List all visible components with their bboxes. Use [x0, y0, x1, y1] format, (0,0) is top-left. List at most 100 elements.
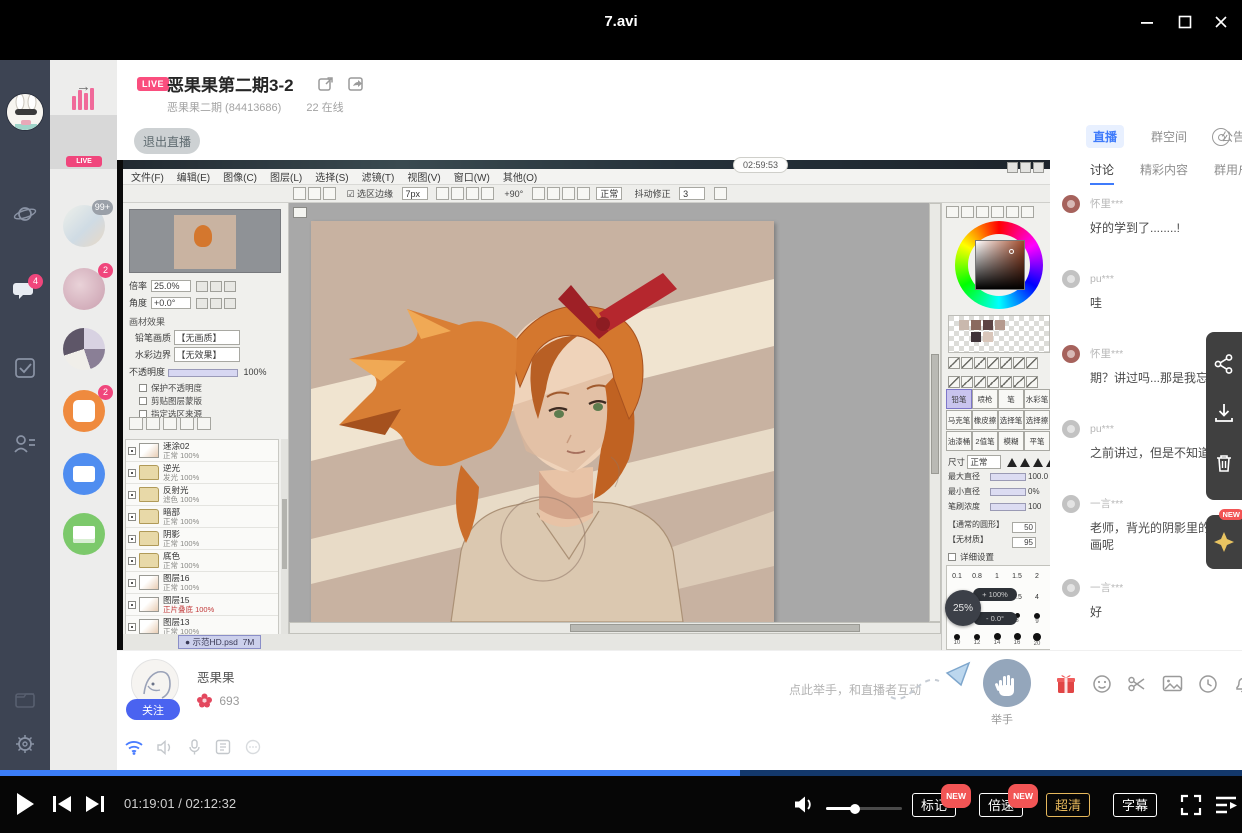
brush-slot-icon[interactable] [1026, 376, 1038, 388]
advanced-settings-checkbox[interactable]: 详细设置 [948, 551, 994, 563]
panel-toggle-icon[interactable] [976, 206, 989, 218]
zoom-value[interactable]: 25.0% [151, 280, 191, 292]
todo-checkbox-icon[interactable] [13, 356, 37, 380]
toolbar-checkbox-label[interactable]: ☑ 选区边缘 [346, 189, 393, 199]
scissors-clip-icon[interactable] [1127, 674, 1147, 699]
previous-icon[interactable] [52, 795, 72, 818]
magic-wand-icon[interactable] [974, 357, 986, 369]
brush-size-cell[interactable]: 1 [987, 566, 1007, 587]
brush-tool[interactable]: 马克笔 [946, 410, 972, 430]
more-circle-icon[interactable] [245, 739, 261, 760]
rotate-right-button[interactable] [224, 298, 236, 309]
delete-trash-icon[interactable] [1213, 452, 1235, 479]
toolbar-rotate-value[interactable]: +90° [504, 189, 523, 199]
image-icon[interactable] [1162, 674, 1183, 699]
history-clock-icon[interactable] [1198, 674, 1218, 699]
rotate-reset-button[interactable] [210, 298, 222, 309]
layer-row[interactable]: 反射光 滤色 100% [126, 484, 278, 506]
layer-visibility-icon[interactable] [128, 623, 136, 631]
menu-item[interactable]: 图层(L) [270, 169, 302, 184]
document-tab[interactable]: ● 示范HD.psd 7M [178, 635, 261, 649]
hand-tool-icon[interactable] [1026, 357, 1038, 369]
navigator-preview[interactable] [129, 209, 281, 273]
brush-tool[interactable]: 油漆桶 [946, 431, 972, 451]
menu-item[interactable]: 窗口(W) [454, 169, 490, 184]
toolbar-button[interactable] [481, 187, 494, 200]
menu-item[interactable]: 文件(F) [131, 169, 164, 184]
player-feature-button[interactable]: 字幕 [1113, 793, 1157, 817]
fullscreen-icon[interactable] [1180, 794, 1202, 821]
settings-gear-icon[interactable] [13, 732, 37, 756]
brush-size-cell[interactable]: 2 [1027, 566, 1047, 587]
member-grid-icon[interactable] [215, 739, 231, 760]
folder-icon[interactable] [13, 688, 37, 712]
merge-layer-button[interactable] [163, 417, 177, 430]
player-feature-button[interactable]: 超清 [1046, 793, 1090, 817]
panel-toggle-icon[interactable] [1006, 206, 1019, 218]
zoom-in-button[interactable] [224, 281, 236, 292]
menu-item[interactable]: 滤镜(T) [362, 169, 395, 184]
paint-canvas-viewport[interactable] [289, 203, 941, 622]
brush-slider-row[interactable]: 最小直径0% [942, 486, 1057, 501]
conversation-item[interactable] [50, 323, 117, 377]
highlight-pin-panel[interactable]: NEW [1206, 515, 1242, 569]
download-icon[interactable] [1213, 402, 1235, 429]
layer-visibility-icon[interactable] [128, 513, 136, 521]
microphone-icon[interactable] [188, 739, 201, 760]
volume-knob[interactable] [850, 804, 860, 814]
pan-icon[interactable] [961, 376, 973, 388]
layer-visibility-icon[interactable] [128, 557, 136, 565]
selection-launcher-icon[interactable] [293, 207, 307, 218]
volume-icon[interactable] [794, 795, 816, 819]
brush-size-cell[interactable]: 1.5 [1007, 566, 1027, 587]
speaker-icon[interactable] [157, 740, 174, 760]
layer-visibility-icon[interactable] [128, 491, 136, 499]
paint-close-icon[interactable] [1033, 162, 1044, 173]
chat-tab[interactable]: 群空间 [1144, 125, 1194, 148]
open-external-icon[interactable] [317, 75, 335, 93]
toolbar-button[interactable] [547, 187, 560, 200]
panel-toggle-icon[interactable] [991, 206, 1004, 218]
brush-tool[interactable]: 模糊 [998, 431, 1024, 451]
panel-toggle-icon[interactable] [961, 206, 974, 218]
chat-subtab[interactable]: 群用户 [1214, 161, 1242, 185]
raise-hand-button[interactable] [983, 659, 1031, 707]
toolbar-mode[interactable]: 正常 [596, 187, 622, 200]
brush-slot-icon[interactable] [1000, 376, 1012, 388]
chat-tab[interactable]: 直播 [1086, 125, 1124, 148]
canvas-vertical-scrollbar[interactable] [929, 203, 941, 622]
conversation-live-session[interactable]: LIVE [50, 115, 117, 169]
forward-share-icon[interactable] [347, 75, 365, 93]
brush-size-cell[interactable]: 0.1 [947, 566, 967, 587]
gift-icon[interactable] [1055, 673, 1077, 700]
artwork-canvas[interactable] [311, 221, 774, 622]
brush-tool[interactable]: 铅笔 [946, 389, 972, 409]
conversation-item-notes[interactable] [50, 508, 117, 562]
zoom-percent[interactable]: 25% [945, 590, 981, 626]
toolbar-button[interactable] [293, 187, 306, 200]
chat-avatar[interactable] [1062, 345, 1080, 363]
brush-slot-icon[interactable] [987, 376, 999, 388]
playlist-icon[interactable] [1214, 795, 1238, 820]
brush-slider-row[interactable]: 笔刷浓度100 [942, 501, 1057, 516]
stabilizer-value[interactable]: 3 [679, 187, 705, 200]
share-icon[interactable] [1213, 353, 1235, 380]
layer-checkbox[interactable]: 保护不透明度 [139, 382, 202, 394]
brush-tool[interactable]: 2值笔 [972, 431, 998, 451]
eyedropper-icon[interactable] [948, 376, 960, 388]
chat-avatar[interactable] [1062, 495, 1080, 513]
brush-shape-dropdown[interactable]: 正常 [967, 455, 1001, 469]
brush-size-cell[interactable]: 16 [1007, 629, 1027, 650]
chat-avatar[interactable] [1062, 270, 1080, 288]
new-folder-button[interactable] [146, 417, 160, 430]
chat-avatar[interactable] [1062, 195, 1080, 213]
brush-size-cell[interactable]: 10 [947, 629, 967, 650]
opacity-slider[interactable] [168, 369, 238, 377]
color-swatches[interactable] [948, 315, 1050, 353]
brush-tool[interactable]: 水彩笔 [1024, 389, 1050, 409]
player-feature-button[interactable]: 倍速 NEW [979, 793, 1023, 817]
video-frame[interactable]: 4 → [0, 60, 1242, 770]
material-dropdown[interactable]: 【无效果】 [174, 347, 240, 362]
delete-layer-button[interactable] [197, 417, 211, 430]
toolbar-button[interactable] [562, 187, 575, 200]
